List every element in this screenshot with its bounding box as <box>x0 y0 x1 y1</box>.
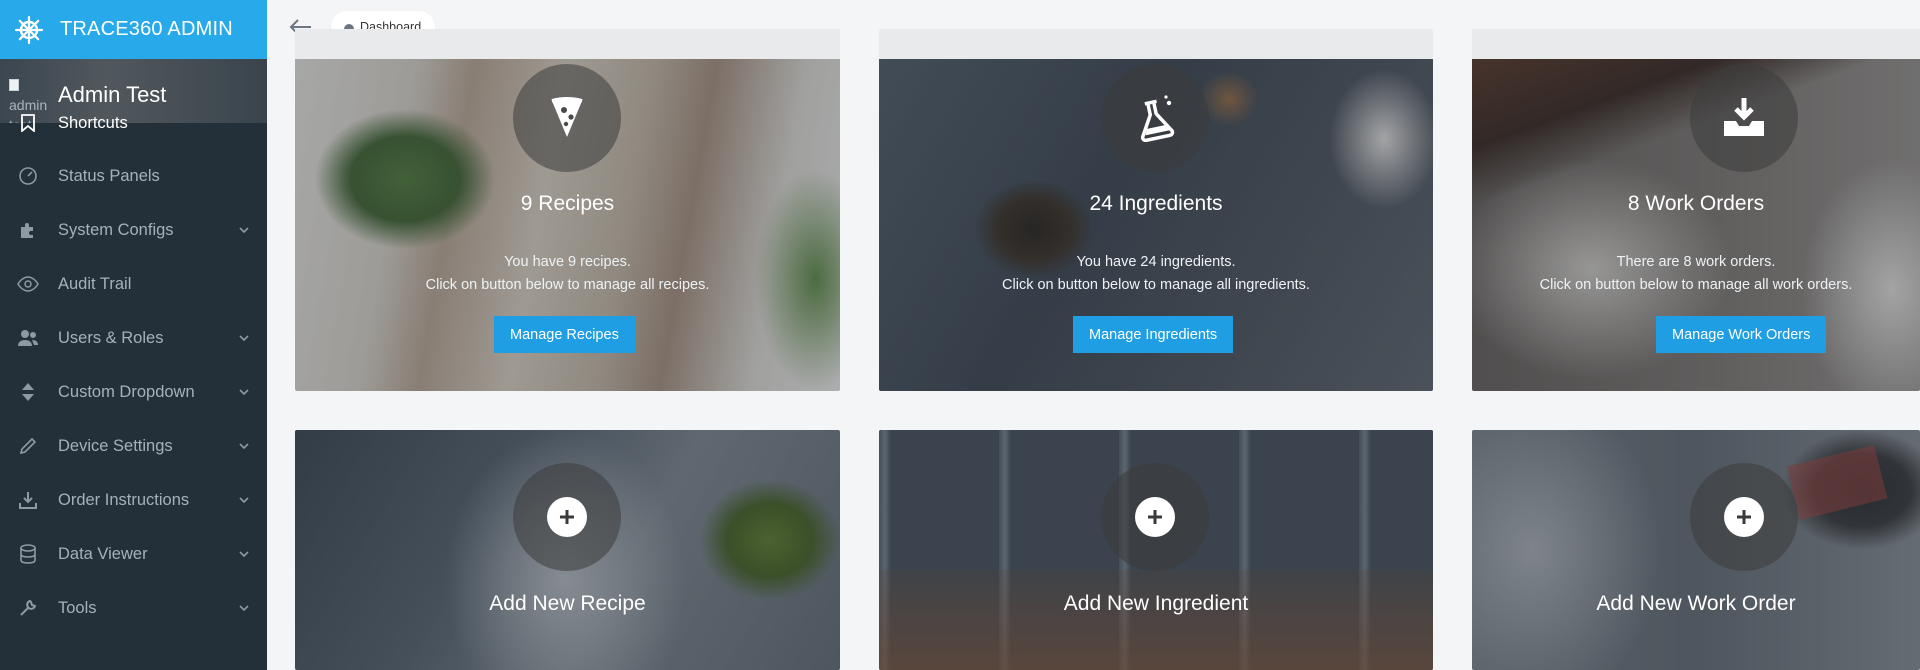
sidebar-item-users-roles[interactable]: Users & Roles <box>0 311 267 365</box>
add-ingredient-icon-circle <box>1101 463 1209 571</box>
plus-circle-icon <box>547 497 587 537</box>
work-orders-card: 8 Work Orders There are 8 work orders. C… <box>1472 29 1920 391</box>
add-work-order-title: Add New Work Order <box>1596 592 1796 615</box>
ship-wheel-icon <box>12 13 46 47</box>
work-order-icon-circle <box>1690 64 1798 172</box>
ingredients-card: 24 Ingredients You have 24 ingredients. … <box>879 29 1433 391</box>
add-work-order-card[interactable]: Add New Work Order <box>1472 430 1920 670</box>
plus-circle-icon <box>1724 497 1764 537</box>
sidebar-item-label: Device Settings <box>58 436 173 455</box>
recipes-desc-line2: Click on button below to manage all reci… <box>425 277 710 293</box>
chevron-down-icon <box>239 551 249 558</box>
pencil-icon <box>17 435 39 457</box>
chevron-down-icon <box>239 335 249 342</box>
sidebar-item-label: Data Viewer <box>58 544 148 563</box>
add-work-order-icon-circle <box>1690 463 1798 571</box>
wrench-icon <box>17 597 39 619</box>
sidebar-item-label: Status Panels <box>58 166 160 185</box>
ingredients-desc-line2: Click on button below to manage all ingr… <box>1002 277 1310 293</box>
work-orders-desc-line1: There are 8 work orders. <box>1616 254 1776 270</box>
brand-title: TRACE360 ADMIN <box>60 18 233 40</box>
recipes-card: 9 Recipes You have 9 recipes. Click on b… <box>295 29 840 391</box>
sidebar-item-device-settings[interactable]: Device Settings <box>0 419 267 473</box>
ingredients-desc-line1: You have 24 ingredients. <box>1076 254 1236 270</box>
bookmark-icon <box>17 112 39 134</box>
database-icon <box>17 543 39 565</box>
sidebar: TRACE360 ADMIN admin test avatar Admin T… <box>0 0 267 670</box>
work-orders-count-title: 8 Work Orders <box>1627 192 1765 215</box>
sidebar-item-label: Custom Dropdown <box>58 382 195 401</box>
sidebar-item-status-panels[interactable]: Status Panels <box>0 149 267 203</box>
eye-icon <box>17 273 39 295</box>
chevron-down-icon <box>239 443 249 450</box>
sidebar-item-custom-dropdown[interactable]: Custom Dropdown <box>0 365 267 419</box>
sort-icon <box>17 381 39 403</box>
chevron-down-icon <box>239 605 249 612</box>
sidebar-item-label: Order Instructions <box>58 490 190 509</box>
sidebar-item-label: Users & Roles <box>58 328 164 347</box>
sidebar-item-order-instructions[interactable]: Order Instructions <box>0 473 267 527</box>
chevron-down-icon <box>239 227 249 234</box>
user-name: Admin Test <box>58 82 167 107</box>
chevron-down-icon <box>239 389 249 396</box>
sidebar-item-data-viewer[interactable]: Data Viewer <box>0 527 267 581</box>
download-icon <box>17 489 39 511</box>
users-icon <box>17 327 39 349</box>
dashboard-gauge-icon <box>17 165 39 187</box>
sidebar-item-tools[interactable]: Tools <box>0 581 267 635</box>
add-recipe-title: Add New Recipe <box>489 592 646 615</box>
recipes-desc-line1: You have 9 recipes. <box>504 254 631 270</box>
manage-ingredients-button[interactable]: Manage Ingredients <box>1073 316 1234 353</box>
sidebar-menu: Shortcuts Status Panels System Configs A… <box>0 109 267 635</box>
sidebar-item-shortcuts[interactable]: Shortcuts <box>0 109 267 137</box>
card-header-strip <box>295 29 840 59</box>
recipe-icon-circle <box>513 64 621 172</box>
inbox-download-icon <box>1724 98 1764 136</box>
add-recipe-card[interactable]: Add New Recipe <box>295 430 840 670</box>
sidebar-item-label: Audit Trail <box>58 274 132 293</box>
manage-recipes-button[interactable]: Manage Recipes <box>494 316 635 353</box>
ingredients-count-title: 24 Ingredients <box>1089 192 1223 215</box>
add-ingredient-card[interactable]: Add New Ingredient <box>879 430 1433 670</box>
card-header-strip <box>879 29 1433 59</box>
manage-work-orders-button[interactable]: Manage Work Orders <box>1656 316 1827 353</box>
sidebar-item-audit-trail[interactable]: Audit Trail <box>0 257 267 311</box>
recipes-count-title: 9 Recipes <box>520 192 615 215</box>
brand-header[interactable]: TRACE360 ADMIN <box>0 0 267 59</box>
ingredient-icon-circle <box>1101 64 1209 172</box>
sidebar-item-label: Tools <box>58 598 97 617</box>
plus-circle-icon <box>1135 497 1175 537</box>
pizza-slice-icon <box>551 97 583 137</box>
add-recipe-icon-circle <box>513 463 621 571</box>
sidebar-item-label: System Configs <box>58 220 174 239</box>
add-ingredient-title: Add New Ingredient <box>1063 592 1249 615</box>
chevron-down-icon <box>239 497 249 504</box>
card-header-strip <box>1472 29 1920 59</box>
broken-image-icon <box>9 79 19 91</box>
flask-icon <box>1140 95 1175 142</box>
sidebar-item-system-configs[interactable]: System Configs <box>0 203 267 257</box>
work-orders-desc-line2: Click on button below to manage all work… <box>1539 277 1853 293</box>
sidebar-item-label: Shortcuts <box>58 113 128 132</box>
puzzle-icon <box>17 219 39 241</box>
add-work-order-background <box>1472 430 1920 670</box>
